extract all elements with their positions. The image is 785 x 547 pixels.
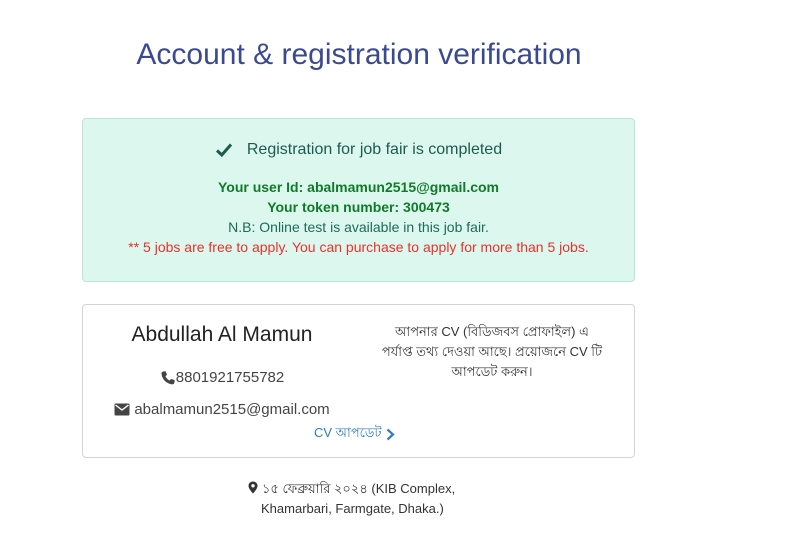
- phone-row: 8801921755782: [83, 369, 361, 386]
- email-address: abalmamun2515@gmail.com: [134, 401, 330, 418]
- check-icon: [215, 143, 233, 158]
- profile-card: Abdullah Al Mamun 8801921755782 abalmamu…: [82, 304, 635, 458]
- user-id-line: Your user Id: abalmamun2515@gmail.com: [217, 179, 500, 195]
- location-line-1: ১৫ ফেব্রুয়ারি ২০২৪ (KIB Complex,: [248, 479, 478, 499]
- success-heading: Registration for job fair is completed: [246, 141, 503, 158]
- phone-icon: [161, 370, 175, 384]
- cv-update-link[interactable]: CV আপডেট: [314, 424, 395, 445]
- online-test-note: N.B: Online test is available in this jo…: [228, 219, 489, 235]
- map-pin-icon: [248, 481, 258, 494]
- registration-details: Your user Id: abalmamun2515@gmail.com Yo…: [83, 177, 634, 257]
- token-number-line: Your token number: 300473: [267, 199, 450, 215]
- event-location: ১৫ ফেব্রুয়ারি ২০২৪ (KIB Complex, Khamar…: [248, 479, 478, 519]
- location-line-2: Khamarbari, Farmgate, Dhaka.): [261, 501, 444, 516]
- email-row: abalmamun2515@gmail.com: [83, 401, 361, 418]
- page-title: Account & registration verification: [136, 38, 582, 71]
- location-date-venue: ১৫ ফেব্রুয়ারি ২০২৪ (KIB Complex,: [262, 481, 456, 496]
- chevron-right-icon: [386, 428, 395, 441]
- phone-number: 8801921755782: [175, 369, 285, 386]
- success-heading-row: Registration for job fair is completed: [83, 141, 634, 159]
- registration-success-alert: Registration for job fair is completed Y…: [82, 118, 635, 282]
- profile-name: Abdullah Al Mamun: [131, 323, 313, 346]
- free-jobs-warning: ** 5 jobs are free to apply. You can pur…: [128, 239, 589, 255]
- cv-status-message: আপনার CV (বিডিজবস প্রোফাইল) এ পর্যাপ্ত ত…: [381, 324, 603, 379]
- mail-icon: [114, 403, 130, 416]
- cv-update-label: CV আপডেট: [314, 425, 382, 440]
